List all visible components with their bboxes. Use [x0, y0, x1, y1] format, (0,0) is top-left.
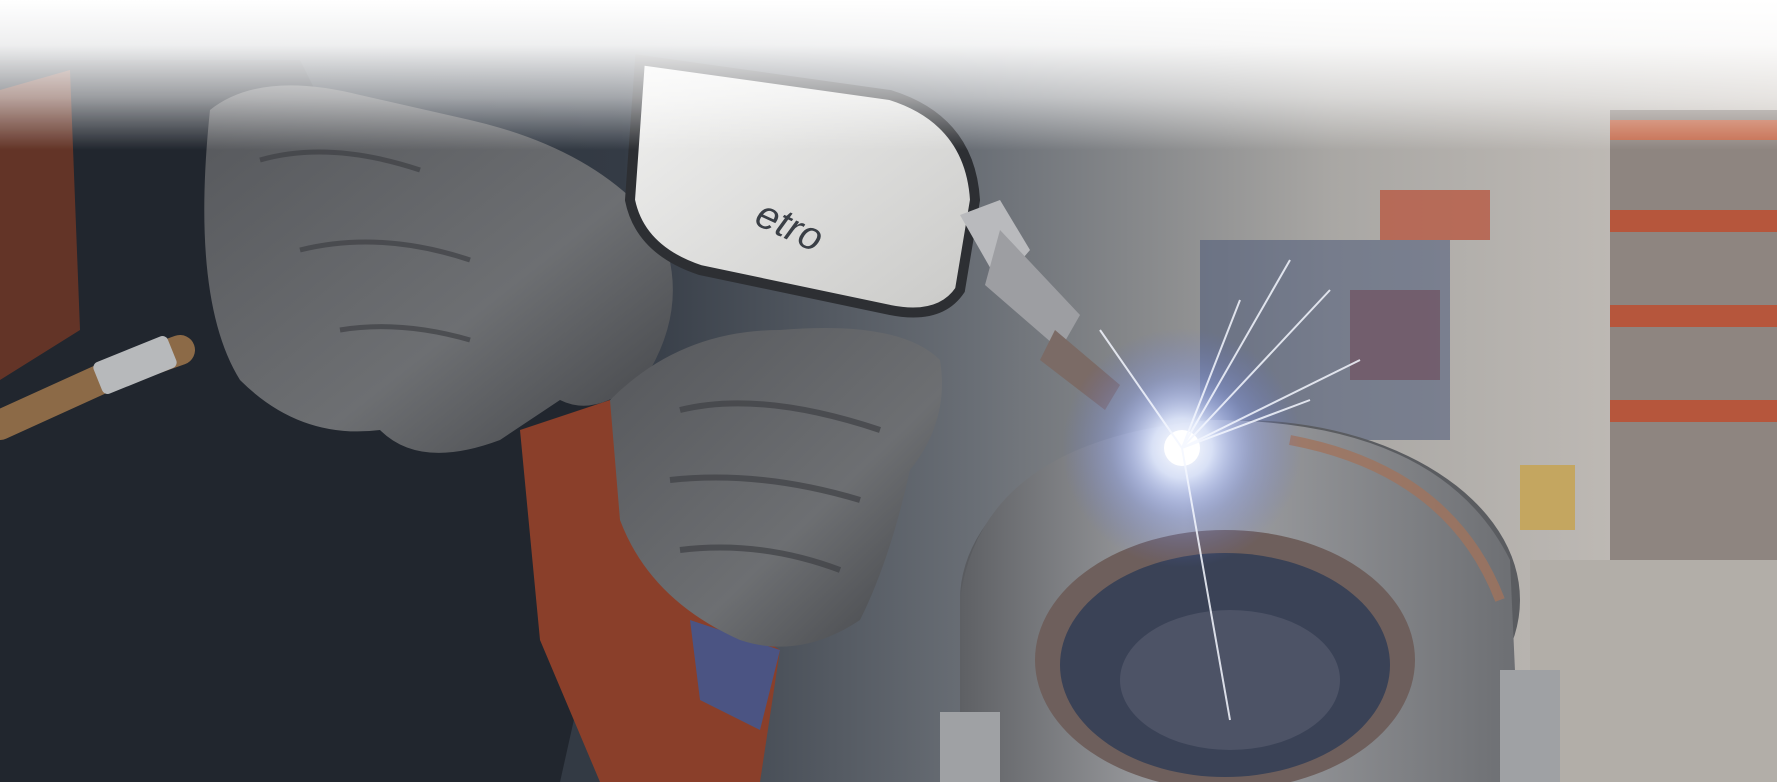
welding-scene: etro	[0, 54, 1777, 782]
hero-banner: etro	[0, 0, 1777, 782]
left-glove	[204, 85, 673, 453]
